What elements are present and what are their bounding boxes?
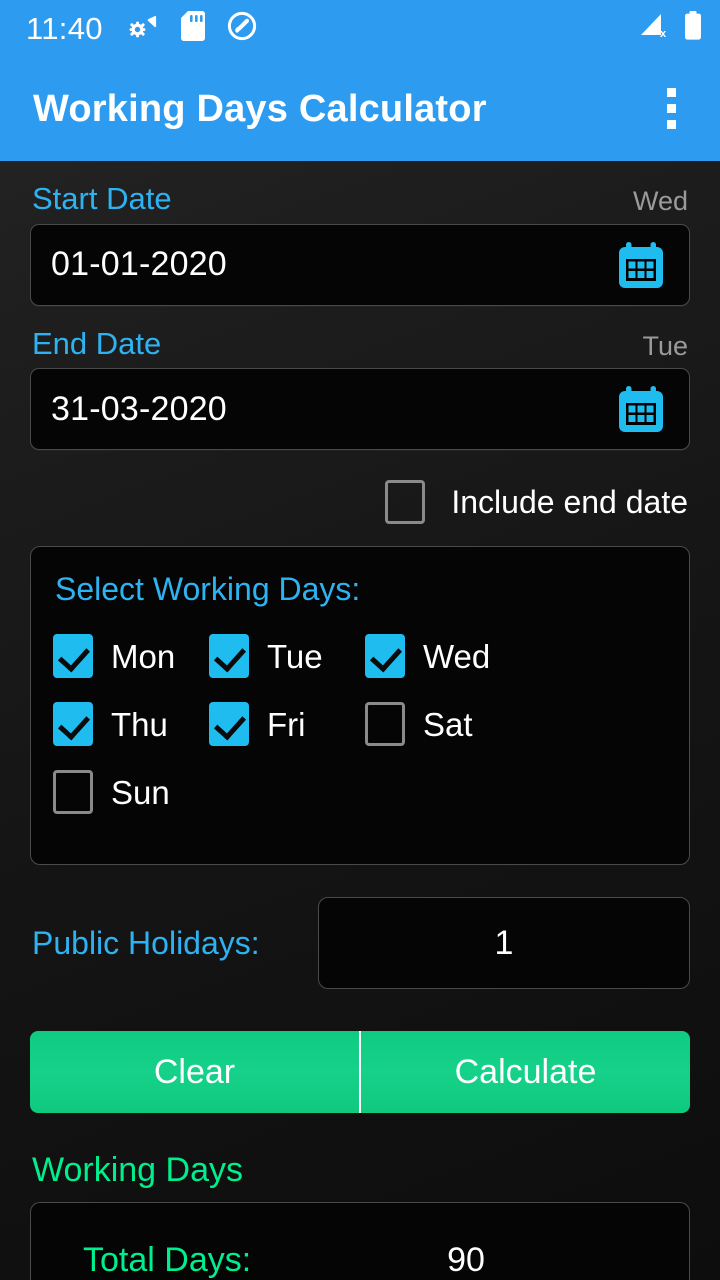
day-toggle-sun[interactable]: Sun bbox=[53, 770, 209, 815]
sd-card-icon bbox=[180, 10, 205, 46]
results-heading: Working Days bbox=[32, 1151, 243, 1190]
result-row-total-days: Total Days: 90 bbox=[61, 1229, 659, 1280]
status-bar-right-icons: x bbox=[640, 10, 702, 46]
working-days-grid: Mon Tue Wed Thu Fri Sat Sun bbox=[53, 612, 667, 838]
include-end-date-checkbox[interactable] bbox=[385, 480, 426, 525]
checkbox-wed[interactable] bbox=[365, 634, 405, 679]
include-end-date-row[interactable]: Include end date bbox=[30, 450, 690, 546]
checkbox-mon[interactable] bbox=[53, 634, 93, 679]
start-date-input[interactable]: 01-01-2020 bbox=[30, 223, 690, 306]
day-label-sat: Sat bbox=[423, 705, 473, 743]
result-value-total-days: 90 bbox=[447, 1241, 485, 1280]
day-label-mon: Mon bbox=[111, 637, 176, 675]
app-screen: 11:40 x Working Days Calculator Start Da… bbox=[0, 0, 720, 1280]
checkbox-thu[interactable] bbox=[53, 702, 93, 747]
page-title: Working Days Calculator bbox=[33, 87, 487, 130]
end-date-day-of-week: Tue bbox=[642, 330, 688, 361]
overflow-dot bbox=[666, 120, 676, 129]
select-working-days-card: Select Working Days: Mon Tue Wed Thu Fri… bbox=[30, 546, 690, 866]
start-date-value[interactable]: 01-01-2020 bbox=[51, 245, 611, 284]
end-date-value[interactable]: 31-03-2020 bbox=[51, 390, 611, 429]
day-label-tue: Tue bbox=[267, 637, 323, 675]
public-holidays-label: Public Holidays: bbox=[32, 924, 260, 961]
svg-text:x: x bbox=[660, 28, 667, 40]
no-signal-icon: x bbox=[640, 12, 670, 45]
main-content: Start Date Wed 01-01-2020 End Date Tue 3… bbox=[0, 161, 720, 1280]
day-label-sun: Sun bbox=[111, 773, 170, 811]
status-bar-left-icons bbox=[129, 10, 257, 46]
overflow-dot bbox=[666, 88, 676, 97]
status-bar-clock: 11:40 bbox=[26, 10, 103, 46]
start-date-header: Start Date Wed bbox=[30, 161, 690, 224]
result-label-total-days: Total Days: bbox=[83, 1241, 252, 1280]
start-date-day-of-week: Wed bbox=[632, 186, 688, 217]
checkbox-fri[interactable] bbox=[209, 702, 249, 747]
action-button-row: Clear Calculate bbox=[30, 1031, 690, 1114]
checkbox-tue[interactable] bbox=[209, 634, 249, 679]
end-date-input[interactable]: 31-03-2020 bbox=[30, 368, 690, 451]
day-toggle-tue[interactable]: Tue bbox=[209, 634, 365, 679]
day-label-fri: Fri bbox=[267, 705, 306, 743]
day-toggle-mon[interactable]: Mon bbox=[53, 634, 209, 679]
settings-wifi-icon bbox=[129, 13, 159, 44]
select-working-days-title: Select Working Days: bbox=[55, 571, 361, 608]
public-holidays-row: Public Holidays: 1 bbox=[30, 865, 690, 990]
overflow-menu-icon[interactable] bbox=[644, 79, 698, 139]
end-date-label: End Date bbox=[32, 325, 162, 361]
data-saver-icon bbox=[227, 11, 257, 46]
day-label-wed: Wed bbox=[423, 637, 491, 675]
include-end-date-label: Include end date bbox=[451, 483, 688, 520]
day-label-thu: Thu bbox=[111, 705, 168, 743]
calculate-button[interactable]: Calculate bbox=[361, 1031, 690, 1114]
day-toggle-thu[interactable]: Thu bbox=[53, 702, 209, 747]
checkbox-sat[interactable] bbox=[365, 702, 405, 747]
overflow-dot bbox=[666, 104, 676, 113]
start-date-calendar-icon[interactable] bbox=[611, 235, 671, 295]
clear-button[interactable]: Clear bbox=[30, 1031, 361, 1114]
app-bar: Working Days Calculator bbox=[0, 56, 720, 161]
end-date-calendar-icon[interactable] bbox=[611, 379, 671, 439]
day-toggle-fri[interactable]: Fri bbox=[209, 702, 365, 747]
public-holidays-value[interactable]: 1 bbox=[495, 924, 514, 963]
day-toggle-sat[interactable]: Sat bbox=[365, 702, 521, 747]
status-bar: 11:40 x bbox=[0, 0, 720, 56]
day-toggle-wed[interactable]: Wed bbox=[365, 634, 521, 679]
public-holidays-input[interactable]: 1 bbox=[318, 897, 690, 990]
results-card: Total Days: 90 Working Days: 63 bbox=[30, 1202, 690, 1280]
start-date-label: Start Date bbox=[32, 181, 172, 216]
checkbox-sun[interactable] bbox=[53, 770, 93, 815]
end-date-header: End Date Tue bbox=[30, 306, 690, 369]
battery-full-icon bbox=[684, 10, 702, 46]
